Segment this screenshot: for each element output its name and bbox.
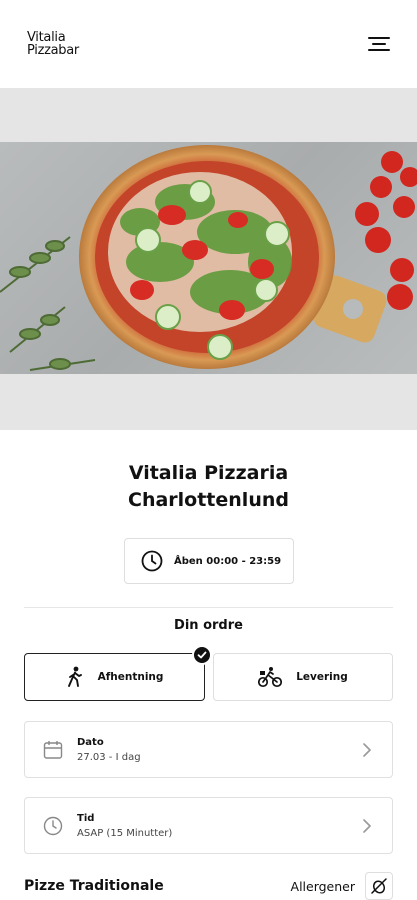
menu-section-title: Pizze Traditionale [24,878,164,894]
date-label: Dato [77,736,104,748]
order-title: Din ordre [174,618,243,633]
walking-person-icon [67,666,82,687]
pickup-option-button[interactable]: Afhentning [24,653,205,701]
app-header: Vitalia Pizzabar [0,0,417,88]
allergens-filter[interactable]: Allergener [291,872,393,900]
pickup-label: Afhentning [97,671,164,683]
bicycle-delivery-icon [258,667,283,688]
delivery-label: Levering [296,671,348,683]
pizza-photo [0,142,417,374]
date-value: 27.03 - I dag [77,751,141,763]
clock-icon [43,816,63,835]
chevron-right-icon [363,819,371,833]
chevron-right-icon [363,743,371,757]
logo-line-2: Pizzabar [27,43,79,58]
menu-section-header: Pizze Traditionale Allergener [24,872,393,900]
divider [24,607,393,608]
delivery-option-button[interactable]: Levering [213,653,393,701]
time-value: ASAP (15 Minutter) [77,827,173,839]
opening-hours-badge[interactable]: Åben 00:00 - 23:59 [124,538,294,584]
no-allergen-icon [371,878,387,894]
date-selector[interactable]: Dato 27.03 - I dag [24,721,393,778]
restaurant-name-line-1: Vitalia Pizzaria [128,462,289,484]
time-selector[interactable]: Tid ASAP (15 Minutter) [24,797,393,854]
hero-banner [0,88,417,430]
allergens-label: Allergener [290,878,355,894]
hamburger-menu-icon[interactable] [368,35,390,53]
allergen-filter-button[interactable] [365,872,393,900]
clock-icon [141,550,163,572]
checkmark-icon [192,645,212,665]
time-label: Tid [77,812,95,824]
opening-hours-text: Åben 00:00 - 23:59 [174,555,282,567]
restaurant-name-line-2: Charlottenlund [128,489,289,511]
calendar-icon [43,740,63,759]
restaurant-name: Vitalia Pizzaria Charlottenlund [0,460,417,514]
logo[interactable]: Vitalia Pizzabar [27,31,79,57]
